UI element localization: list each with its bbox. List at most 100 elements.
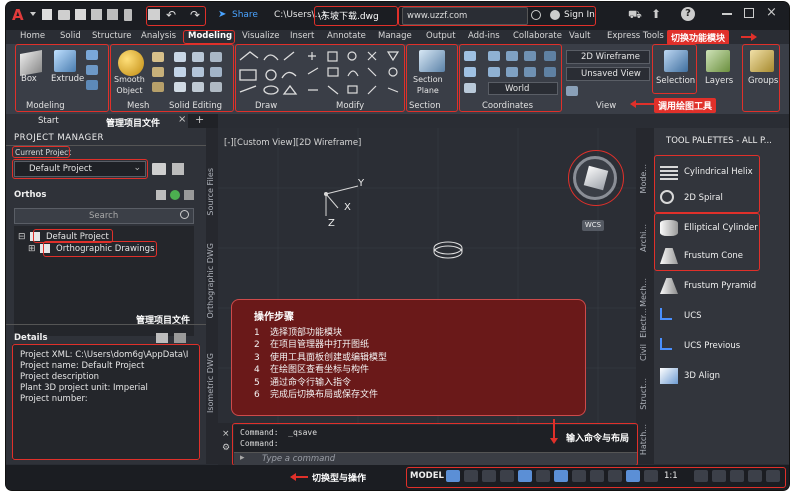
current-project-dropdown[interactable]: Default Project ⌄ (14, 161, 146, 177)
group-view[interactable]: View (596, 101, 616, 111)
imprint-icon[interactable] (210, 67, 222, 77)
annotation-visibility-icon[interactable] (644, 470, 658, 482)
palette-item-ucs-previous[interactable]: UCS Previous (658, 336, 758, 356)
tab-express-tools[interactable]: Express Tools (607, 31, 664, 41)
start-tab[interactable]: Start × (6, 114, 188, 128)
annotation-scale-icon[interactable] (626, 470, 640, 482)
revolve-icon[interactable] (86, 50, 98, 60)
palette-item-3d-align[interactable]: 3D Align (658, 366, 758, 386)
extrude-button[interactable]: Extrude (51, 74, 84, 84)
ucs-object-icon[interactable] (506, 67, 518, 77)
mesh-crease-icon[interactable] (152, 82, 164, 92)
tab-orthographic-dwg[interactable]: Orthographic DWG (206, 243, 215, 319)
mesh-tool-icon[interactable] (152, 52, 164, 62)
wrench-icon[interactable]: ⚙ (222, 443, 230, 453)
ortho-new-icon[interactable] (156, 190, 166, 200)
layers-icon[interactable] (706, 50, 730, 72)
groups-icon[interactable] (750, 50, 774, 72)
ucs-face-icon[interactable] (488, 67, 500, 77)
palette-item-elliptical-cylinder[interactable]: Elliptical Cylinder (658, 218, 758, 238)
tab-solid[interactable]: Solid (60, 31, 81, 41)
group-mesh[interactable]: Mesh (127, 101, 149, 111)
ortho-icon[interactable] (482, 470, 496, 482)
chevron-down-icon[interactable] (30, 12, 36, 16)
share-button[interactable]: Share (232, 10, 258, 20)
group-section[interactable]: Section (409, 101, 441, 111)
transparency-icon[interactable] (590, 470, 604, 482)
print-icon[interactable] (152, 163, 166, 175)
ucs-icon[interactable] (464, 51, 476, 61)
close-icon[interactable]: × (766, 5, 777, 20)
new-tab-icon[interactable]: + (195, 113, 204, 126)
snap-icon[interactable] (464, 470, 478, 482)
tab-structural[interactable]: Struct... (639, 378, 648, 410)
palette-item-ucs[interactable]: UCS (658, 306, 758, 326)
ortho-options-icon[interactable] (184, 190, 194, 200)
subtract-icon[interactable] (192, 52, 204, 62)
plot-icon[interactable] (148, 9, 160, 20)
section-plane-button[interactable]: Section Plane (413, 74, 443, 96)
extrude-icon[interactable] (54, 50, 76, 72)
tab-modeling-palette[interactable]: Mode... (639, 164, 648, 193)
extract-edges-icon[interactable] (210, 82, 222, 92)
selection-cycling-icon[interactable] (608, 470, 622, 482)
box-icon[interactable] (20, 50, 42, 76)
ucs-previous-icon[interactable] (524, 67, 536, 77)
tab-mechanical[interactable]: Mech... (639, 278, 648, 307)
tab-isometric-dwg[interactable]: Isometric DWG (206, 353, 215, 413)
tab-add-ins[interactable]: Add-ins (468, 31, 500, 41)
tab-vault[interactable]: Vault (569, 31, 590, 41)
refresh-icon[interactable] (170, 190, 180, 200)
palette-item-2d-spiral[interactable]: 2D Spiral (658, 188, 758, 208)
tab-insert[interactable]: Insert (290, 31, 314, 41)
group-modify[interactable]: Modify (336, 101, 364, 111)
group-solid-editing[interactable]: Solid Editing (169, 101, 222, 111)
group-modeling[interactable]: Modeling (26, 101, 65, 111)
workspace-gear-icon[interactable] (694, 470, 708, 482)
command-input[interactable]: ▸ Type a command (234, 452, 638, 465)
undo-icon[interactable]: ↶ (166, 8, 176, 22)
open-folder-icon[interactable] (58, 10, 70, 20)
ucs-named-icon[interactable] (544, 67, 556, 77)
search-input[interactable]: www.uzzf.com (402, 7, 528, 25)
details-preview-icon[interactable] (174, 333, 186, 343)
viewcube[interactable] (573, 156, 617, 200)
selection-button[interactable]: Selection (656, 76, 695, 86)
modify-tools[interactable] (306, 50, 404, 98)
sign-in-button[interactable]: Sign In (564, 10, 595, 20)
scale-dropdown[interactable]: 1:1 (664, 471, 678, 481)
isodraft-icon[interactable] (518, 470, 532, 482)
add-icon[interactable] (712, 470, 726, 482)
tab-manage[interactable]: Manage (378, 31, 412, 41)
group-coordinates[interactable]: Coordinates (482, 101, 533, 111)
cart-icon[interactable]: ⛟ (628, 8, 642, 23)
layers-button[interactable]: Layers (705, 76, 733, 86)
fillet-edge-icon[interactable] (174, 82, 186, 92)
tab-modeling[interactable]: Modeling (188, 31, 232, 41)
ucs-x-icon[interactable] (488, 51, 500, 61)
ucs-dropdown[interactable]: World (488, 82, 558, 95)
ucs-3point-icon[interactable] (464, 83, 476, 93)
save-as-icon[interactable] (91, 9, 102, 20)
selection-icon[interactable] (664, 50, 688, 72)
tab-home[interactable]: Home (20, 31, 45, 41)
project-settings-icon[interactable] (172, 163, 184, 175)
slice-icon[interactable] (174, 67, 186, 77)
intersect-icon[interactable] (210, 52, 222, 62)
expand-icon[interactable]: ⊞ (28, 244, 36, 254)
draw-tools[interactable] (238, 50, 298, 98)
ucs-view-icon[interactable] (544, 51, 556, 61)
lineweight-icon[interactable] (572, 470, 586, 482)
ucs-origin-icon[interactable] (464, 67, 476, 77)
viewport-config-icon[interactable] (566, 86, 578, 96)
search-icon[interactable] (180, 210, 189, 219)
tab-collaborate[interactable]: Collaborate (513, 31, 562, 41)
model-button[interactable]: MODEL (410, 471, 444, 481)
tab-visualize[interactable]: Visualize (242, 31, 279, 41)
tab-civil[interactable]: Civil (639, 344, 648, 361)
object-snap-tracking-icon[interactable] (536, 470, 550, 482)
tab-analysis[interactable]: Analysis (141, 31, 176, 41)
tree-child-orthographic-drawings[interactable]: Orthographic Drawings (56, 244, 155, 254)
maximize-icon[interactable] (744, 8, 754, 18)
tab-structure[interactable]: Structure (92, 31, 132, 41)
